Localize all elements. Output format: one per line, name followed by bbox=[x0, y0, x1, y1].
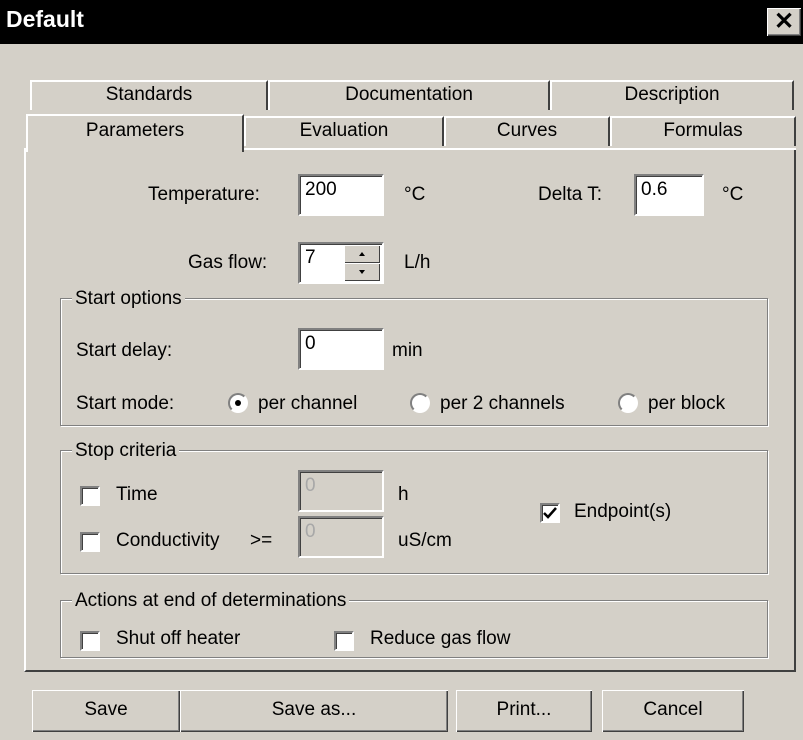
conductivity-unit: uS/cm bbox=[398, 530, 452, 551]
radio-per-2-channels-label: per 2 channels bbox=[440, 393, 565, 414]
reduce-gas-flow-checkbox[interactable] bbox=[334, 631, 354, 651]
delta-t-input[interactable]: 0.6 bbox=[634, 174, 704, 216]
window-title: Default bbox=[6, 6, 84, 32]
endpoints-label: Endpoint(s) bbox=[574, 501, 672, 522]
actions-legend: Actions at end of determinations bbox=[72, 590, 350, 612]
start-delay-unit: min bbox=[392, 340, 423, 361]
radio-per-channel-label: per channel bbox=[258, 393, 358, 414]
tab-label: Standards bbox=[105, 84, 193, 105]
radio-per-block[interactable] bbox=[618, 393, 638, 413]
start-delay-label: Start delay: bbox=[76, 340, 173, 361]
gas-flow-value: 7 bbox=[305, 247, 316, 268]
gas-flow-unit: L/h bbox=[404, 252, 431, 273]
temperature-unit: °C bbox=[404, 184, 426, 205]
print-button[interactable]: Print... bbox=[456, 690, 592, 732]
time-checkbox[interactable] bbox=[80, 486, 100, 506]
checkmark-icon bbox=[543, 507, 557, 519]
endpoints-checkbox[interactable] bbox=[540, 503, 560, 523]
tab-curves[interactable]: Curves bbox=[444, 116, 610, 146]
spin-down-button[interactable] bbox=[344, 263, 380, 281]
tab-evaluation[interactable]: Evaluation bbox=[244, 116, 444, 146]
tab-label: Description bbox=[624, 84, 720, 105]
reduce-gas-flow-label: Reduce gas flow bbox=[370, 628, 511, 649]
save-as-button[interactable]: Save as... bbox=[180, 690, 448, 732]
tab-parameters[interactable]: Parameters bbox=[26, 114, 244, 152]
close-icon: ✕ bbox=[773, 8, 795, 35]
radio-per-block-label: per block bbox=[648, 393, 726, 414]
stop-criteria-legend: Stop criteria bbox=[72, 440, 180, 462]
start-options-legend: Start options bbox=[72, 288, 185, 310]
panel-top-edge bbox=[244, 148, 796, 150]
conductivity-checkbox[interactable] bbox=[80, 532, 100, 552]
tab-description[interactable]: Description bbox=[550, 80, 794, 110]
radio-selected-dot bbox=[235, 400, 241, 406]
radio-per-channel[interactable] bbox=[228, 393, 248, 413]
save-button[interactable]: Save bbox=[32, 690, 180, 732]
conductivity-input[interactable]: 0 bbox=[298, 516, 384, 558]
tab-label: Curves bbox=[496, 120, 558, 141]
time-unit: h bbox=[398, 484, 409, 505]
title-bar bbox=[0, 0, 803, 44]
cancel-button[interactable]: Cancel bbox=[602, 690, 744, 732]
shut-off-heater-checkbox[interactable] bbox=[80, 631, 100, 651]
start-delay-input[interactable]: 0 bbox=[298, 328, 384, 370]
temperature-label: Temperature: bbox=[148, 184, 260, 205]
tab-formulas[interactable]: Formulas bbox=[610, 116, 796, 146]
temperature-input[interactable]: 200 bbox=[298, 174, 384, 216]
tab-label: Parameters bbox=[85, 120, 185, 141]
close-button[interactable]: ✕ bbox=[767, 8, 801, 36]
tab-label: Evaluation bbox=[299, 120, 389, 141]
tab-label: Documentation bbox=[345, 84, 473, 105]
conductivity-label: Conductivity bbox=[116, 530, 220, 551]
delta-t-label: Delta T: bbox=[538, 184, 603, 205]
conductivity-operator: >= bbox=[250, 530, 273, 551]
tab-label: Formulas bbox=[663, 120, 743, 141]
gas-flow-label: Gas flow: bbox=[188, 252, 268, 273]
arrow-down-icon bbox=[359, 270, 365, 274]
time-label: Time bbox=[116, 484, 158, 505]
tab-documentation[interactable]: Documentation bbox=[268, 80, 550, 110]
delta-t-unit: °C bbox=[722, 184, 744, 205]
radio-per-2-channels[interactable] bbox=[410, 393, 430, 413]
arrow-up-icon bbox=[359, 252, 365, 256]
time-input[interactable]: 0 bbox=[298, 470, 384, 512]
shut-off-heater-label: Shut off heater bbox=[116, 628, 241, 649]
gas-flow-spinner bbox=[344, 245, 380, 281]
spin-up-button[interactable] bbox=[344, 245, 380, 263]
tab-standards[interactable]: Standards bbox=[30, 80, 268, 110]
start-mode-label: Start mode: bbox=[76, 393, 175, 414]
